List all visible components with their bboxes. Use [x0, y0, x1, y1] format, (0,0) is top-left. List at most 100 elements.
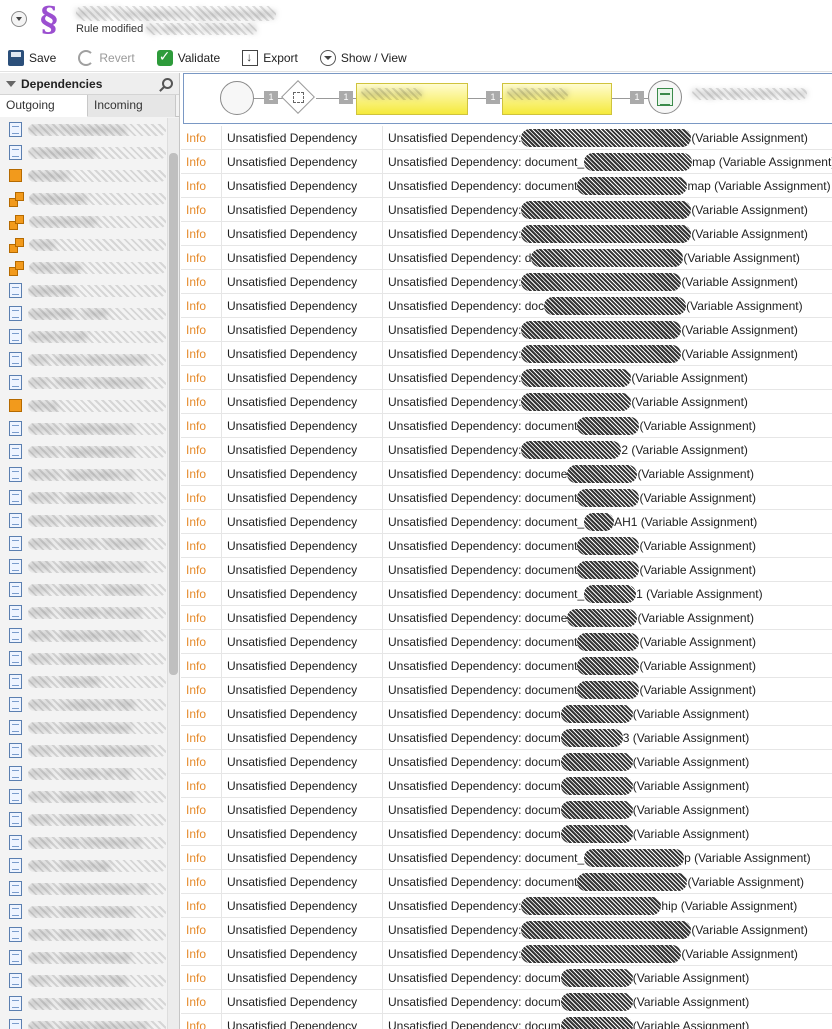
table-row[interactable]: Info Unsatisfied Dependency Unsatisfied De…: [181, 437, 832, 462]
dependency-item[interactable]: W05 - Declaration Conc: [0, 555, 166, 578]
table-row[interactable]: Info Unsatisfied Dependency Unsatisfied De…: [181, 126, 832, 150]
table-row[interactable]: Info Unsatisfied Dependency Unsatisfied De…: [181, 461, 832, 486]
search-icon[interactable]: [162, 78, 173, 89]
type-cell: Unsatisfied Dependency: [222, 557, 383, 582]
start-node[interactable]: [220, 81, 254, 115]
table-row[interactable]: Info Unsatisfied Dependency Unsatisfied De…: [181, 269, 832, 294]
dependency-item[interactable]: Boolean-list: [0, 187, 166, 210]
message-suffix: (Variable Assignment): [631, 370, 748, 385]
table-row[interactable]: Info Unsatisfied Dependency Unsatisfied De…: [181, 389, 832, 414]
dependency-item[interactable]: W01T - Application to: [0, 486, 166, 509]
dependency-item[interactable]: W01U - Application to: [0, 463, 166, 486]
dependencies-header[interactable]: Dependencies: [0, 73, 179, 95]
dependency-item[interactable]: W01U - Application to: [0, 417, 166, 440]
table-row[interactable]: Info Unsatisfied Dependency Unsatisfied De…: [181, 533, 832, 558]
dependency-item[interactable]: Appendix: [0, 279, 166, 302]
dependency-item[interactable]: W15 - Appendix Third: [0, 785, 166, 808]
rule-icon: §: [40, 0, 58, 40]
type-cell: Unsatisfied Dependency: [222, 653, 383, 678]
dependency-item[interactable]: W16 - Certificate of A: [0, 808, 166, 831]
table-row[interactable]: Info Unsatisfied Dependency Unsatisfied De…: [181, 221, 832, 246]
table-row[interactable]: Info Unsatisfied Dependency Unsatisfied De…: [181, 653, 832, 678]
table-row[interactable]: Info Unsatisfied Dependency Unsatisfied De…: [181, 869, 832, 894]
dependency-item[interactable]: W13 - Family Agreement: [0, 739, 166, 762]
dependency-item[interactable]: W01U - Application to: [0, 440, 166, 463]
table-row[interactable]: Info Unsatisfied Dependency Unsatisfied De…: [181, 197, 832, 222]
table-row[interactable]: Info Unsatisfied Dependency Unsatisfied De…: [181, 149, 832, 174]
table-row[interactable]: Info Unsatisfied Dependency Unsatisfied De…: [181, 989, 832, 1014]
table-row[interactable]: Info Unsatisfied Dependency Unsatisfied De…: [181, 509, 832, 534]
table-row[interactable]: Info Unsatisfied Dependency Unsatisfied De…: [181, 941, 832, 966]
table-row[interactable]: Info Unsatisfied Dependency Unsatisfied De…: [181, 749, 832, 774]
dependency-item[interactable]: W27 - Notice of Title: [0, 969, 166, 992]
dependency-item[interactable]: W11 - Transfer: [0, 670, 166, 693]
table-row[interactable]: Info Unsatisfied Dependency Unsatisfied De…: [181, 725, 832, 750]
dependency-item[interactable]: W22 - General Power of: [0, 877, 166, 900]
table-row[interactable]: Info Unsatisfied Dependency Unsatisfied De…: [181, 797, 832, 822]
table-row[interactable]: Info Unsatisfied Dependency Unsatisfied De…: [181, 917, 832, 942]
table-row[interactable]: Info Unsatisfied Dependency Unsatisfied De…: [181, 845, 832, 870]
table-row[interactable]: Info Unsatisfied Dependency Unsatisfied De…: [181, 701, 832, 726]
dependency-item[interactable]: Boolean: [0, 164, 166, 187]
dependency-item[interactable]: Party Type: [0, 256, 166, 279]
table-row[interactable]: Info Unsatisfied Dependency Unsatisfied De…: [181, 557, 832, 582]
severity-cell: Info: [181, 893, 222, 918]
dependency-item[interactable]: W14 - Transfer of Titl: [0, 762, 166, 785]
table-row[interactable]: Info Unsatisfied Dependency Unsatisfied De…: [181, 581, 832, 606]
dependency-item[interactable]: Deed of Gift: [0, 325, 166, 348]
dependency-item[interactable]: W29 - Lease Agreement: [0, 1015, 166, 1029]
dependency-item[interactable]: W21 - Discharge: [0, 854, 166, 877]
table-row[interactable]: Info Unsatisfied Dependency Unsatisfied De…: [181, 485, 832, 510]
dependency-item[interactable]: W20 - Fee Schedule M: [0, 831, 166, 854]
action-node[interactable]: Action name: [356, 83, 468, 115]
type-cell: Unsatisfied Dependency: [222, 485, 383, 510]
collapse-header-button[interactable]: [11, 11, 27, 27]
table-row[interactable]: Info Unsatisfied Dependency Unsatisfied De…: [181, 773, 832, 798]
dependency-item[interactable]: Appendix - Debt: [0, 302, 166, 325]
dependency-item[interactable]: W113 Transparency: [0, 118, 166, 141]
table-row[interactable]: Info Unsatisfied Dependency Unsatisfied De…: [181, 629, 832, 654]
dependency-item[interactable]: W26 - Deed of Rectif: [0, 946, 166, 969]
table-row[interactable]: Info Unsatisfied Dependency Unsatisfied De…: [181, 245, 832, 270]
table-row[interactable]: Info Unsatisfied Dependency Unsatisfied De…: [181, 341, 832, 366]
tab-outgoing[interactable]: Outgoing: [0, 95, 88, 117]
table-row[interactable]: Info Unsatisfied Dependency Unsatisfied De…: [181, 293, 832, 318]
dependency-item[interactable]: W28 - Right of Consent: [0, 992, 166, 1015]
table-row[interactable]: Info Unsatisfied Dependency Unsatisfied De…: [181, 413, 832, 438]
dependency-item[interactable]: Document-list: [0, 210, 166, 233]
dependency-item[interactable]: W25 - EU Power of A: [0, 923, 166, 946]
dependency-item[interactable]: String: [0, 394, 166, 417]
validate-button[interactable]: Validate: [156, 48, 220, 66]
dependency-item[interactable]: Party: [0, 233, 166, 256]
show-view-button[interactable]: Show / View: [319, 49, 407, 66]
revert-button[interactable]: Revert: [78, 49, 135, 66]
dependency-item[interactable]: S02 - Form and Content: [0, 348, 166, 371]
dependency-item[interactable]: W12 - Lodging of Title: [0, 693, 166, 716]
message-suffix: (Variable Assignment): [639, 658, 756, 673]
save-button[interactable]: Save: [8, 49, 56, 66]
dependency-item[interactable]: W01U - Annual Certificate: [0, 509, 166, 532]
table-row[interactable]: Info Unsatisfied Dependency Unsatisfied De…: [181, 605, 832, 630]
tab-incoming[interactable]: Incoming: [88, 95, 176, 117]
table-row[interactable]: Info Unsatisfied Dependency Unsatisfied De…: [181, 173, 832, 198]
dependency-item[interactable]: Transparency: [0, 141, 166, 164]
dependency-item[interactable]: W07 - Form T - Declara: [0, 578, 166, 601]
dependency-item[interactable]: S02 - Power of Attorney: [0, 371, 166, 394]
table-row[interactable]: Info Unsatisfied Dependency Unsatisfied De…: [181, 965, 832, 990]
scrollbar-thumb[interactable]: [169, 153, 178, 675]
dependency-item[interactable]: W08 - Transfer of Land: [0, 601, 166, 624]
table-row[interactable]: Info Unsatisfied Dependency Unsatisfied De…: [181, 365, 832, 390]
export-button[interactable]: Export: [242, 49, 298, 66]
dependency-item[interactable]: W10 - Declaration of S: [0, 647, 166, 670]
message-cell: Unsatisfied Dependency: docum (Variable A…: [383, 774, 832, 798]
action-node[interactable]: Action name: [502, 83, 612, 115]
table-row[interactable]: Info Unsatisfied Dependency Unsatisfied De…: [181, 317, 832, 342]
table-row[interactable]: Info Unsatisfied Dependency Unsatisfied De…: [181, 893, 832, 918]
table-row[interactable]: Info Unsatisfied Dependency Unsatisfied De…: [181, 821, 832, 846]
dependency-item[interactable]: W09 - Mandate for Pay: [0, 624, 166, 647]
table-row[interactable]: Info Unsatisfied Dependency Unsatisfied De…: [181, 677, 832, 702]
dependency-item[interactable]: W13 - Certified Deed: [0, 716, 166, 739]
dependency-item[interactable]: W24 - Grant of Admin: [0, 900, 166, 923]
table-row[interactable]: Info Unsatisfied Dependency Unsatisfied De…: [181, 1013, 832, 1029]
dependency-item[interactable]: W03 - Form A - Transfer: [0, 532, 166, 555]
